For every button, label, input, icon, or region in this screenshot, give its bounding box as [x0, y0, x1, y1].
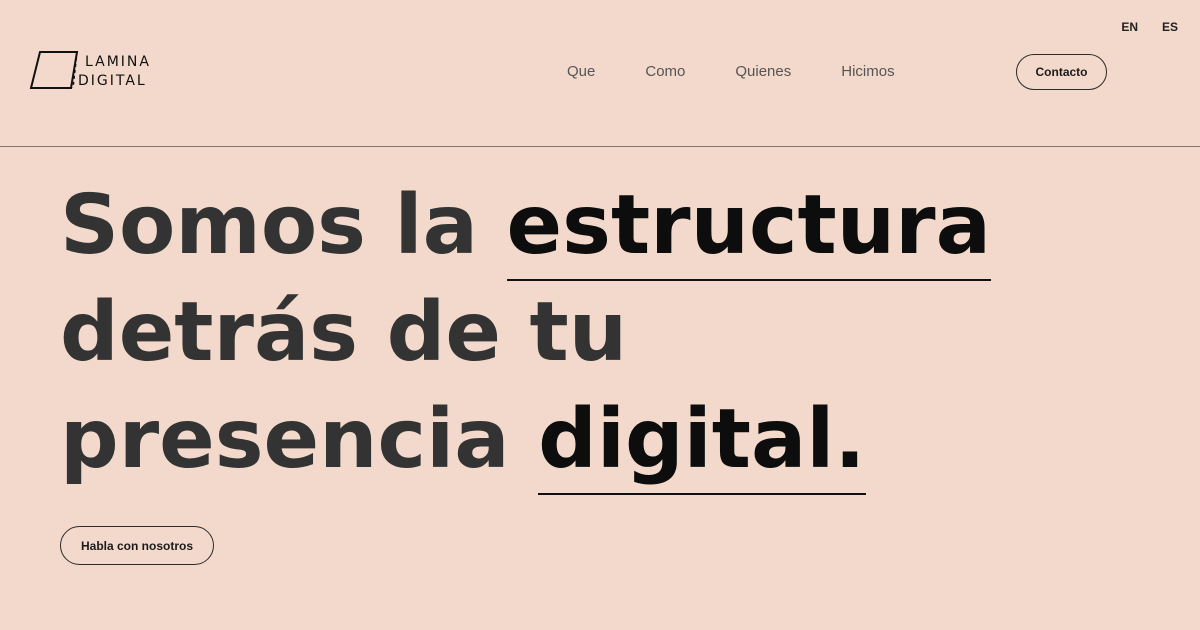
hero-line-3-text: presencia	[60, 392, 539, 487]
logo[interactable]: LAMINA DIGITAL	[28, 49, 160, 93]
hero-line-1-text: Somos la	[60, 178, 507, 273]
site-header: LAMINA DIGITAL Que Como Quienes Hicimos …	[0, 0, 1200, 147]
contact-button[interactable]: Contacto	[1016, 54, 1107, 90]
logo-word-digital: DIGITAL	[78, 73, 147, 89]
hero-heading: Somos la estructura detrás de tu presenc…	[60, 172, 991, 495]
main-nav: Que Como Quienes Hicimos	[567, 63, 895, 80]
nav-link-quienes[interactable]: Quienes	[735, 63, 791, 80]
hero-line-1: Somos la estructura	[60, 172, 991, 281]
hero-highlight-estructura: estructura	[506, 178, 991, 281]
nav-link-hicimos[interactable]: Hicimos	[841, 63, 894, 80]
logo-word-lamina: LAMINA	[85, 54, 151, 70]
talk-to-us-button[interactable]: Habla con nosotros	[60, 526, 214, 565]
hero-highlight-digital: digital.	[538, 392, 866, 495]
hero-line-3: presencia digital.	[60, 386, 991, 495]
nav-link-como[interactable]: Como	[645, 63, 685, 80]
hero-line-2: detrás de tu	[60, 285, 628, 380]
nav-link-que[interactable]: Que	[567, 63, 595, 80]
